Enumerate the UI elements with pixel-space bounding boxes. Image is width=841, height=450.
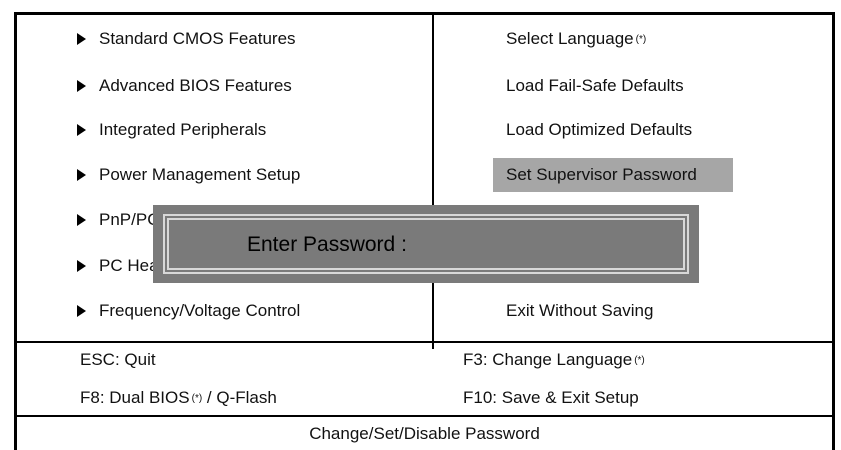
menu-item-advanced-bios[interactable]: Advanced BIOS Features <box>77 69 292 103</box>
menu-item-load-optimized[interactable]: Load Optimized Defaults <box>506 113 692 147</box>
help-text: / Q-Flash <box>202 388 277 407</box>
footnote-marker: (*) <box>634 354 645 366</box>
menu-item-standard-cmos[interactable]: Standard CMOS Features <box>77 22 296 56</box>
right-menu: Select Language (*) Load Fail-Safe Defau… <box>434 14 831 349</box>
help-text: F10: Save & Exit Setup <box>463 388 639 407</box>
submenu-arrow-icon <box>77 33 86 45</box>
menu-item-integrated-peripherals[interactable]: Integrated Peripherals <box>77 113 266 147</box>
help-esc-quit: ESC: Quit <box>80 344 156 376</box>
status-divider <box>17 415 832 417</box>
submenu-arrow-icon <box>77 214 86 226</box>
help-text: ESC: Quit <box>80 350 156 369</box>
menu-item-set-supervisor-password[interactable]: Set Supervisor Password <box>506 158 697 192</box>
password-prompt: Enter Password : <box>247 233 407 256</box>
submenu-arrow-icon <box>77 305 86 317</box>
menu-item-label: Load Fail-Safe Defaults <box>506 76 684 95</box>
menu-item-load-fail-safe[interactable]: Load Fail-Safe Defaults <box>506 69 684 103</box>
menu-item-label: Integrated Peripherals <box>99 120 267 139</box>
menu-item-power-management[interactable]: Power Management Setup <box>77 158 300 192</box>
submenu-arrow-icon <box>77 80 86 92</box>
submenu-arrow-icon <box>77 124 86 136</box>
menu-item-pc-health[interactable]: PC Heal <box>77 249 162 283</box>
menu-item-label: Select Language <box>506 29 634 48</box>
menu-item-frequency-voltage[interactable]: Frequency/Voltage Control <box>77 294 300 328</box>
submenu-arrow-icon <box>77 260 86 272</box>
help-text: F3: Change Language <box>463 350 633 369</box>
menu-item-label: Advanced BIOS Features <box>99 76 292 95</box>
help-f3-change-language: F3: Change Language (*) <box>463 344 645 376</box>
help-f8-dual-bios: F8: Dual BIOS (*) / Q-Flash <box>80 382 277 414</box>
help-text: F8: Dual BIOS <box>80 388 190 407</box>
submenu-arrow-icon <box>77 169 86 181</box>
menu-item-label: Set Supervisor Password <box>506 165 697 184</box>
menu-item-label: Standard CMOS Features <box>99 29 296 48</box>
menu-item-exit-without-saving[interactable]: Exit Without Saving <box>506 294 653 328</box>
menu-item-select-language[interactable]: Select Language (*) <box>506 22 646 56</box>
password-dialog: Enter Password : <box>153 205 699 283</box>
status-bar: Change/Set/Disable Password <box>17 418 832 450</box>
status-text: Change/Set/Disable Password <box>309 424 540 443</box>
footnote-marker: (*) <box>635 33 647 45</box>
dialog-border <box>163 214 689 274</box>
footnote-marker: (*) <box>191 392 203 404</box>
footer-divider <box>17 341 832 343</box>
menu-item-pnp-pci[interactable]: PnP/PCI <box>77 203 164 237</box>
help-f10-save-exit: F10: Save & Exit Setup <box>463 382 639 414</box>
menu-item-label: Power Management Setup <box>99 165 301 184</box>
menu-item-label: Frequency/Voltage Control <box>99 301 301 320</box>
left-menu: Standard CMOS Features Advanced BIOS Fea… <box>17 14 433 349</box>
menu-item-label: Load Optimized Defaults <box>506 120 693 139</box>
menu-item-label: Exit Without Saving <box>506 301 654 320</box>
